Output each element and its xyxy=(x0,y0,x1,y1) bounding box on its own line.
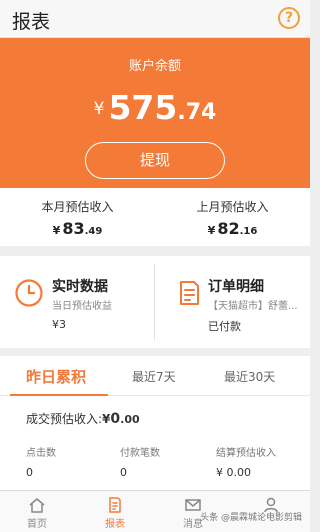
this-month-label: 本月预估收入 xyxy=(41,200,114,214)
last-month-currency: ¥ xyxy=(207,224,216,237)
card-divider xyxy=(154,264,155,340)
order-details-card[interactable]: 订单明细 【天猫超市】舒蕾... 已付款 xyxy=(160,256,315,348)
tabbar-item-home[interactable]: 首页 xyxy=(6,493,68,530)
this-month-estimate[interactable]: 本月预估收入 ¥83.49 xyxy=(0,198,155,238)
balance-decimal: .74 xyxy=(177,100,217,125)
tab-yesterday[interactable]: 昨日累积 xyxy=(26,366,86,387)
last-month-decimal: .16 xyxy=(239,226,258,237)
balance-panel: 账户余额 ¥575.74 提现 xyxy=(0,38,310,188)
tabbar-label-home: 首页 xyxy=(27,519,47,530)
home-icon xyxy=(29,498,45,513)
realtime-subtitle: 当日预估收益 xyxy=(52,301,112,312)
deal-estimate: 成交预估收入:¥0.00 xyxy=(26,410,140,427)
this-month-decimal: .49 xyxy=(84,226,103,237)
this-month-currency: ¥ xyxy=(52,224,61,237)
deal-decimal: .00 xyxy=(120,413,140,426)
metric-paid-orders: 付款笔数 0 xyxy=(120,444,160,479)
tab-last-7-days[interactable]: 最近7天 xyxy=(132,368,176,385)
tab-last-30-days[interactable]: 最近30天 xyxy=(224,368,275,385)
realtime-value: ¥3 xyxy=(52,318,66,331)
summary-cards: 实时数据 当日预估收益 ¥3 订单明细 【天猫超市】舒蕾... 已付款 xyxy=(0,256,310,348)
balance-label: 账户余额 xyxy=(128,59,181,74)
active-tab-indicator xyxy=(10,394,108,396)
last-month-value: ¥82.16 xyxy=(155,219,310,238)
deal-label: 成交预估收入: xyxy=(26,412,103,426)
balance-amount: ¥575.74 xyxy=(0,88,310,127)
page-title: 报表 xyxy=(12,11,51,33)
balance-currency: ¥ xyxy=(93,99,105,119)
top-bar: 报表 ? xyxy=(0,0,310,38)
metric-settled-estimate: 结算预估收入 ¥ 0.00 xyxy=(216,444,276,479)
metric-value: 0 xyxy=(26,466,33,479)
realtime-title: 实时数据 xyxy=(52,279,108,295)
deal-value: ¥0.00 xyxy=(102,411,140,427)
balance-integer: 575 xyxy=(108,88,178,127)
tabbar-label-report: 报表 xyxy=(105,519,125,530)
last-month-estimate[interactable]: 上月预估收入 ¥82.16 xyxy=(155,198,310,238)
orders-title: 订单明细 xyxy=(208,279,264,295)
this-month-integer: 83 xyxy=(62,219,85,238)
last-month-integer: 82 xyxy=(217,219,240,238)
withdraw-button[interactable]: 提现 xyxy=(85,142,225,179)
last-month-label: 上月预估收入 xyxy=(196,200,269,214)
orders-subtitle: 【天猫超市】舒蕾... xyxy=(208,301,298,312)
metric-label: 点击数 xyxy=(26,448,56,459)
deal-integer: 0 xyxy=(110,411,121,427)
metric-clicks: 点击数 0 xyxy=(26,444,56,479)
metric-label: 结算预估收入 xyxy=(216,448,276,459)
stats-panel: 昨日累积 最近7天 最近30天 成交预估收入:¥0.00 点击数 0 付款笔数 … xyxy=(0,356,310,490)
metric-value: ¥ 0.00 xyxy=(216,466,251,479)
monthly-estimates: 本月预估收入 ¥83.49 上月预估收入 ¥82.16 xyxy=(0,188,310,246)
this-month-value: ¥83.49 xyxy=(0,219,155,238)
metric-value: 0 xyxy=(120,466,127,479)
orders-value: 已付款 xyxy=(208,320,241,333)
clock-icon xyxy=(15,279,43,307)
report-icon xyxy=(109,497,121,513)
period-tabs: 昨日累积 最近7天 最近30天 xyxy=(0,356,310,396)
document-icon xyxy=(180,281,199,305)
metric-label: 付款笔数 xyxy=(120,448,160,459)
realtime-data-card[interactable]: 实时数据 当日预估收益 ¥3 xyxy=(0,256,155,348)
watermark: 头条 @晨霖城论电影剪辑 xyxy=(200,513,302,523)
tabbar-item-report[interactable]: 报表 xyxy=(84,493,146,530)
question-circle-icon[interactable]: ? xyxy=(278,7,300,29)
